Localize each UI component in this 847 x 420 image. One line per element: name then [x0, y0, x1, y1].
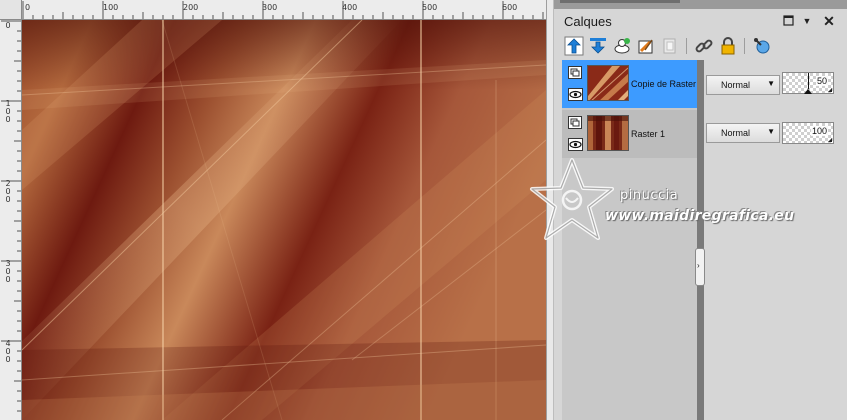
- ruler-left-label: 1 0 0: [5, 99, 11, 124]
- new-adjustment-layer-icon: [638, 39, 653, 54]
- delete-layer-button[interactable]: [660, 36, 680, 56]
- panel-splitter[interactable]: [546, 0, 554, 420]
- canvas-image[interactable]: [22, 20, 546, 420]
- watermark-url: www.maidiregrafica.eu: [605, 208, 795, 224]
- ruler-top-label: 300: [262, 3, 277, 12]
- ruler-left-label: 2 0 0: [5, 179, 11, 204]
- chevron-down-icon: ▼: [802, 16, 812, 26]
- close-panel-button[interactable]: ✕: [822, 14, 836, 28]
- new-layer-button[interactable]: [612, 36, 632, 56]
- layer-properties-icon: [754, 38, 770, 54]
- abstract-copper-artwork: [22, 20, 546, 420]
- eye-icon: [568, 88, 583, 101]
- opacity-corner: [828, 88, 832, 92]
- chevron-right-icon: ›: [697, 261, 700, 270]
- chevron-down-icon: ▼: [767, 79, 775, 88]
- opacity-corner: [828, 138, 832, 142]
- ruler-left-label: 4 0 0: [5, 339, 11, 364]
- ruler-left-label: 3 0 0: [5, 259, 11, 284]
- lock-layer-button[interactable]: [718, 36, 738, 56]
- scrollbar-grip[interactable]: ›: [695, 248, 705, 286]
- layer-name: Copie de Raster: [631, 79, 697, 89]
- move-layer-down-icon: [590, 38, 606, 54]
- blend-mode-value: Normal: [721, 80, 751, 90]
- layer-properties-button[interactable]: [752, 36, 772, 56]
- layer-row-raster-1[interactable]: Raster 1: [562, 110, 699, 158]
- move-layer-down-button[interactable]: [588, 36, 608, 56]
- move-layer-up-icon: [564, 36, 584, 56]
- ruler-top[interactable]: 0 100 200 300 400 500 600: [22, 0, 546, 20]
- layer-thumbnail: [587, 115, 629, 151]
- blend-mode-select[interactable]: Normal ▼: [706, 75, 780, 95]
- opacity-slider[interactable]: 100: [782, 122, 834, 144]
- blend-mode-value: Normal: [721, 128, 751, 138]
- ruler-top-label: 0: [25, 3, 30, 12]
- maximize-icon: [783, 15, 794, 26]
- ruler-top-ticks: 0 100 200 300 400 500 600: [22, 1, 544, 19]
- ruler-top-label: 400: [342, 3, 357, 12]
- pin-panel-button[interactable]: [782, 14, 796, 28]
- layer-group-toggle[interactable]: [568, 66, 582, 79]
- lock-icon: [721, 37, 735, 55]
- layer-name: Raster 1: [631, 129, 666, 139]
- new-adjustment-layer-button[interactable]: [636, 36, 656, 56]
- layers-list: Copie de Raster Raster 1: [562, 60, 699, 420]
- link-layers-icon: [695, 39, 713, 53]
- opacity-value: 50: [815, 76, 828, 86]
- chevron-down-icon: ▼: [767, 127, 775, 136]
- layer-group-toggle[interactable]: [568, 116, 582, 129]
- panel-top-strip: [554, 0, 847, 9]
- eye-icon: [568, 138, 583, 151]
- opacity-slider-marker: [808, 73, 809, 89]
- visibility-toggle[interactable]: [568, 88, 583, 101]
- move-layer-up-button[interactable]: [564, 36, 584, 56]
- opacity-slider-thumb[interactable]: [804, 89, 812, 94]
- ruler-top-label: 600: [502, 3, 517, 12]
- toolbar-separator: [686, 38, 687, 54]
- panel-menu-button[interactable]: ▼: [800, 14, 814, 28]
- watermark-name: pinuccia: [620, 188, 679, 203]
- canvas-area[interactable]: 0 100 200 300 400 500 600 0 1 0 0 2 0 0 …: [0, 0, 546, 420]
- visibility-toggle[interactable]: [568, 138, 583, 151]
- ruler-top-label: 200: [183, 3, 198, 12]
- layers-stack-icon: [568, 66, 582, 79]
- ruler-left[interactable]: 0 1 0 0 2 0 0 3 0 0 4 0 0: [0, 20, 22, 420]
- new-layer-icon: [614, 38, 630, 54]
- panel-title: Calques: [564, 14, 612, 29]
- layer-row-copie-de-raster[interactable]: Copie de Raster: [562, 60, 699, 108]
- layers-scrollbar[interactable]: [697, 60, 704, 420]
- link-layers-button[interactable]: [694, 36, 714, 56]
- app-window: 0 100 200 300 400 500 600 0 1 0 0 2 0 0 …: [0, 0, 847, 420]
- close-icon: ✕: [823, 13, 835, 29]
- ruler-left-label: 0: [5, 21, 11, 30]
- toolbar-separator: [744, 38, 745, 54]
- ruler-top-label: 500: [422, 3, 437, 12]
- delete-layer-icon: [663, 38, 676, 54]
- ruler-corner: [0, 0, 22, 20]
- opacity-slider[interactable]: 50: [782, 72, 834, 94]
- layers-toolbar: [562, 36, 842, 58]
- layers-stack-icon: [568, 116, 582, 129]
- blend-mode-select[interactable]: Normal ▼: [706, 123, 780, 143]
- layer-thumbnail: [587, 65, 629, 101]
- opacity-value: 100: [810, 126, 828, 136]
- ruler-top-label: 100: [103, 3, 118, 12]
